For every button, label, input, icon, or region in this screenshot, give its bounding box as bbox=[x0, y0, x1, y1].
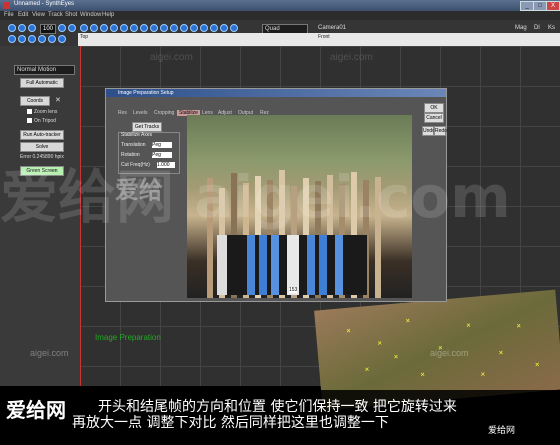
next-key-icon[interactable] bbox=[58, 24, 66, 32]
frame-counter: 153 bbox=[289, 287, 298, 293]
track-icon[interactable] bbox=[80, 24, 88, 32]
menu-window[interactable]: Window bbox=[80, 12, 101, 18]
redo-button[interactable]: Redo bbox=[434, 126, 447, 136]
watermark-logo: 爱给网 bbox=[6, 398, 66, 422]
rotate-icon[interactable] bbox=[170, 24, 178, 32]
menu-track[interactable]: Track bbox=[48, 12, 63, 18]
undo-button[interactable]: Undo bbox=[422, 126, 435, 136]
tracker-marker: ✕ bbox=[480, 372, 486, 379]
tracker-marker: ✕ bbox=[534, 362, 541, 369]
pivot-icon[interactable] bbox=[150, 24, 158, 32]
top-view-label: Top bbox=[80, 34, 89, 40]
motion-mode-select[interactable]: Normal Motion bbox=[14, 65, 75, 75]
front-view-label: Front bbox=[318, 34, 330, 40]
camera-label: Camera01 bbox=[318, 25, 347, 31]
tracker-marker: ✕ bbox=[405, 318, 411, 325]
next-icon[interactable] bbox=[38, 35, 46, 43]
tracker-marker: ✕ bbox=[419, 372, 426, 379]
checkbox-icon bbox=[27, 109, 32, 115]
solve-icon[interactable] bbox=[100, 24, 108, 32]
menu-file[interactable]: File bbox=[4, 12, 14, 18]
watermark-faint-2: aigei.com bbox=[330, 52, 373, 63]
fast-forward-icon[interactable] bbox=[48, 35, 56, 43]
add-tracker-icon[interactable] bbox=[90, 24, 98, 32]
watermark-right: aigei.com bbox=[430, 348, 469, 358]
graph-icon[interactable] bbox=[210, 24, 218, 32]
tracker-marker: ✕ bbox=[516, 323, 522, 331]
ks-label: Ks bbox=[548, 25, 556, 31]
tracker-marker: ✕ bbox=[498, 350, 504, 357]
lock-icon[interactable] bbox=[110, 24, 118, 32]
tracker-marker: ✕ bbox=[393, 354, 399, 361]
prev-icon[interactable] bbox=[18, 35, 26, 43]
close-icon[interactable]: ✕ bbox=[55, 96, 61, 104]
end-icon[interactable] bbox=[68, 24, 76, 32]
on-tripod-label: On Tripod bbox=[34, 118, 56, 124]
stabilize-axes-label: Stabilize Axes bbox=[121, 132, 153, 138]
menu-view[interactable]: View bbox=[32, 12, 45, 18]
minimize-button[interactable]: _ bbox=[520, 1, 534, 11]
close-button[interactable]: X bbox=[546, 1, 560, 11]
undo-icon[interactable] bbox=[220, 24, 228, 32]
app-icon bbox=[3, 2, 10, 9]
translation-label: Translation bbox=[121, 142, 146, 148]
maximize-button[interactable]: □ bbox=[533, 1, 547, 11]
timeline[interactable]: Top Front bbox=[78, 33, 560, 46]
viewport-overlay-text: Image Preparation bbox=[95, 333, 161, 342]
loop-icon[interactable] bbox=[58, 35, 66, 43]
zoom-lens-label: Zoom lens bbox=[34, 109, 58, 115]
select-icon[interactable] bbox=[190, 24, 198, 32]
path-icon[interactable] bbox=[200, 24, 208, 32]
dialog-title: Image Preparation Setup bbox=[106, 89, 446, 97]
get-tracks-button[interactable]: Get Tracks bbox=[132, 122, 162, 132]
watermark-bottom-right: 爱给网 bbox=[488, 426, 516, 436]
play-icon[interactable] bbox=[8, 24, 16, 32]
zoom-lens-checkbox[interactable]: Zoom lens bbox=[27, 109, 57, 115]
checkbox-icon bbox=[27, 118, 32, 124]
translation-select[interactable]: Peg bbox=[152, 142, 172, 148]
tracker-marker: ✕ bbox=[364, 367, 370, 374]
watermark-big: 爱给网 aigei.com bbox=[0, 163, 511, 231]
mesh-icon[interactable] bbox=[130, 24, 138, 32]
step-forward-icon[interactable] bbox=[28, 24, 36, 32]
tab-res[interactable]: Res bbox=[118, 110, 127, 116]
scale-icon[interactable] bbox=[160, 24, 168, 32]
window-title: Unnamed - SynthEyes bbox=[14, 1, 75, 7]
rewind-icon[interactable] bbox=[8, 35, 16, 43]
full-automatic-button[interactable]: Full Automatic bbox=[20, 78, 64, 88]
menu-shot[interactable]: Shot bbox=[65, 12, 77, 18]
watermark-left: aigei.com bbox=[30, 348, 69, 358]
tracker-marker: ✕ bbox=[465, 323, 472, 330]
tracker-marker: ✕ bbox=[345, 328, 352, 336]
on-tripod-checkbox[interactable]: On Tripod bbox=[27, 118, 56, 124]
coords-button[interactable]: Coords bbox=[20, 96, 50, 106]
ok-button[interactable]: OK bbox=[424, 103, 444, 113]
title-bar: Unnamed - SynthEyes _ □ X bbox=[0, 0, 560, 11]
run-auto-tracker-button[interactable]: Run Auto-tracker bbox=[20, 130, 64, 140]
redo-icon[interactable] bbox=[230, 24, 238, 32]
menu-edit[interactable]: Edit bbox=[18, 12, 28, 18]
watermark-small: 爱给 bbox=[115, 176, 163, 204]
light-icon[interactable] bbox=[140, 24, 148, 32]
mag-label: Mag bbox=[515, 25, 527, 31]
tab-levels[interactable]: Levels bbox=[133, 110, 147, 116]
frame-input[interactable]: 100 bbox=[40, 24, 57, 34]
watermark-faint-1: aigei.com bbox=[150, 52, 193, 63]
step-back-icon[interactable] bbox=[18, 24, 26, 32]
menu-bar: File Edit View Track Shot Window Help bbox=[0, 11, 560, 20]
menu-help[interactable]: Help bbox=[102, 12, 114, 18]
tab-cropping[interactable]: Cropping bbox=[154, 110, 174, 116]
stop-icon[interactable] bbox=[28, 35, 36, 43]
move-icon[interactable] bbox=[180, 24, 188, 32]
tracker-marker: ✕ bbox=[377, 340, 383, 348]
subtitle-line-2: 再放大一点 调整下对比 然后同样把这里也调整一下 bbox=[72, 415, 389, 431]
dl-label: Dl bbox=[534, 25, 540, 31]
cancel-button[interactable]: Cancel bbox=[424, 113, 444, 123]
camera-icon[interactable] bbox=[120, 24, 128, 32]
